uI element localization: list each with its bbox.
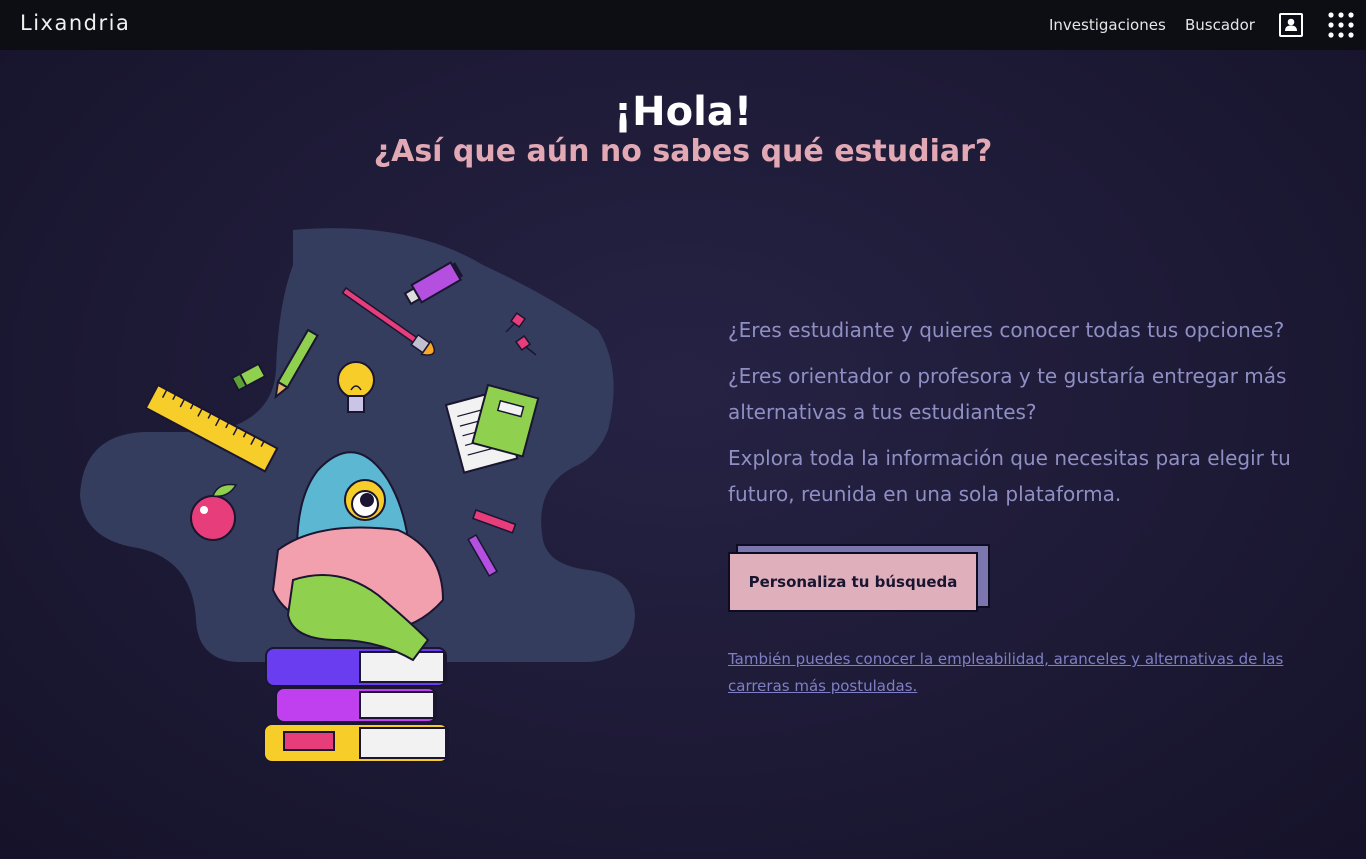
- student-monster-illustration: [80, 228, 635, 763]
- app-grid-icon[interactable]: [1327, 11, 1355, 39]
- nav-link-buscador[interactable]: Buscador: [1185, 16, 1255, 34]
- hero-subtitle: ¿Así que aún no sabes qué estudiar?: [373, 134, 993, 169]
- user-profile-icon[interactable]: [1279, 13, 1303, 37]
- hero-greeting: ¡Hola!: [613, 89, 753, 135]
- nav-link-investigaciones[interactable]: Investigaciones: [1049, 16, 1166, 34]
- intro-paragraph-counselors: ¿Eres orientador o profesora y te gustar…: [728, 364, 1287, 424]
- intro-paragraph-explore: Explora toda la información que necesita…: [728, 446, 1291, 506]
- top-nav-bar: Lixandria Investigaciones Buscador: [0, 0, 1366, 50]
- intro-paragraph-students: ¿Eres estudiante y quieres conocer todas…: [728, 318, 1285, 342]
- popular-careers-link[interactable]: También puedes conocer la empleabilidad,…: [728, 646, 1298, 700]
- brand-logo[interactable]: Lixandria: [20, 11, 130, 35]
- personalize-search-button[interactable]: Personaliza tu búsqueda: [728, 552, 978, 612]
